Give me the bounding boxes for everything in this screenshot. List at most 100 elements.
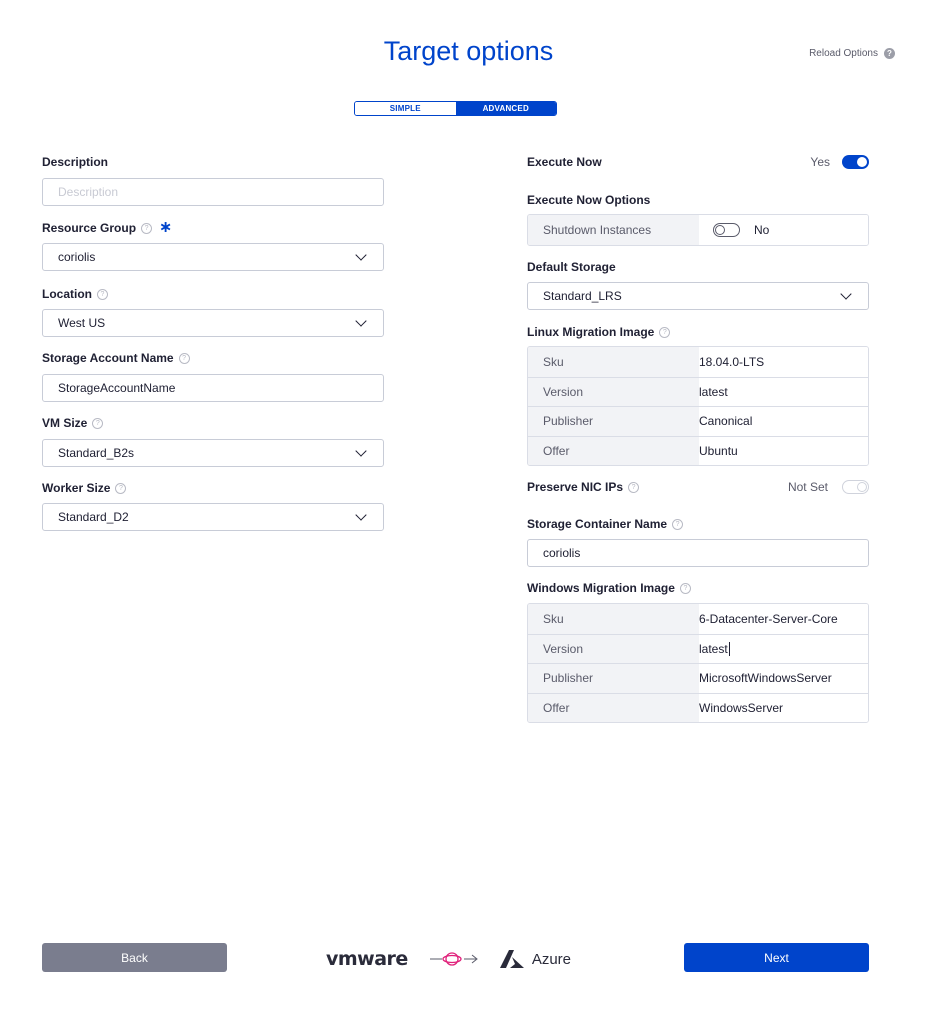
windows-image-table: Sku 6-Datacenter-Server-Core Version lat… — [527, 603, 869, 723]
worker-size-select[interactable]: Standard_D2 — [42, 503, 384, 531]
resource-group-value: coriolis — [58, 250, 96, 264]
location-label: Location ? — [42, 287, 384, 301]
description-label-text: Description — [42, 155, 109, 169]
reload-options-link[interactable]: Reload Options ? — [809, 48, 895, 59]
help-icon[interactable]: ? — [679, 582, 691, 594]
mode-switcher: SIMPLE ADVANCED — [354, 101, 557, 116]
table-row: Offer WindowsServer — [528, 692, 868, 722]
storage-container-label-text: Storage Container Name — [527, 517, 668, 531]
chevron-down-icon — [840, 287, 852, 300]
resource-group-select[interactable]: coriolis — [42, 243, 384, 271]
back-button[interactable]: Back — [42, 943, 227, 972]
migration-path: vmware Azure — [326, 946, 606, 972]
windows-image-label: Windows Migration Image ? — [527, 581, 869, 595]
linux-publisher-key: Publisher — [528, 407, 699, 436]
advanced-tab[interactable]: ADVANCED — [455, 102, 556, 115]
windows-version-value[interactable]: latest — [699, 634, 868, 663]
preserve-nic-control: Not Set — [788, 480, 869, 494]
azure-logo: Azure — [499, 950, 572, 968]
execute-now-row: Execute Now Yes — [527, 155, 869, 169]
windows-sku-value[interactable]: 6-Datacenter-Server-Core — [699, 604, 868, 634]
vmware-logo: vmware — [326, 948, 408, 970]
table-row: Version latest — [528, 633, 868, 663]
default-storage-label: Default Storage — [527, 260, 869, 274]
windows-publisher-value[interactable]: MicrosoftWindowsServer — [699, 664, 868, 693]
storage-container-label: Storage Container Name ? — [527, 517, 869, 531]
execute-now-value: Yes — [810, 155, 830, 169]
help-icon[interactable]: ? — [672, 518, 684, 530]
help-icon[interactable]: ? — [92, 417, 104, 429]
simple-tab[interactable]: SIMPLE — [355, 102, 456, 115]
windows-sku-key: Sku — [528, 604, 699, 634]
chevron-down-icon — [355, 248, 367, 261]
vm-size-label: VM Size ? — [42, 416, 384, 430]
preserve-nic-value: Not Set — [787, 480, 828, 494]
storage-account-label: Storage Account Name ? — [42, 351, 384, 365]
linux-sku-value[interactable]: 18.04.0-LTS — [699, 347, 868, 377]
shutdown-instances-key: Shutdown Instances — [528, 215, 699, 245]
worker-size-value: Standard_D2 — [58, 510, 129, 524]
text-cursor — [728, 641, 730, 656]
linux-offer-key: Offer — [528, 436, 699, 465]
page-title: Target options — [383, 36, 554, 66]
windows-offer-value[interactable]: WindowsServer — [699, 693, 868, 722]
linux-version-key: Version — [528, 377, 699, 406]
linux-image-label-text: Linux Migration Image — [527, 325, 655, 339]
storage-account-input[interactable]: StorageAccountName — [42, 374, 384, 402]
help-icon[interactable]: ? — [115, 482, 127, 494]
execute-now-label: Execute Now — [527, 155, 602, 169]
windows-version-key: Version — [528, 634, 699, 663]
table-row: Publisher Canonical — [528, 406, 868, 436]
description-label: Description — [42, 155, 384, 169]
help-icon[interactable]: ? — [141, 222, 153, 234]
help-icon[interactable]: ? — [97, 288, 108, 300]
azure-label: Azure — [531, 950, 572, 968]
shutdown-instances-value-label: No — [754, 223, 770, 237]
help-icon[interactable]: ? — [659, 326, 671, 338]
chevron-down-icon — [355, 314, 367, 327]
linux-image-table: Sku 18.04.0-LTS Version latest Publisher… — [527, 346, 869, 466]
execute-now-toggle[interactable] — [842, 155, 869, 169]
description-input[interactable]: Description — [42, 178, 384, 206]
azure-icon — [499, 950, 524, 968]
table-row: Sku 6-Datacenter-Server-Core — [528, 604, 868, 634]
preserve-nic-label-text: Preserve NIC IPs — [527, 480, 624, 494]
table-row: Offer Ubuntu — [528, 435, 868, 465]
worker-size-label-text: Worker Size — [42, 481, 111, 495]
windows-version-text: latest — [699, 641, 728, 656]
vm-size-label-text: VM Size — [42, 416, 88, 430]
location-select[interactable]: West US — [42, 309, 384, 337]
execute-now-control: Yes — [810, 155, 869, 169]
reload-options-label: Reload Options — [809, 48, 878, 59]
linux-publisher-value[interactable]: Canonical — [699, 407, 868, 436]
location-label-text: Location — [42, 287, 92, 301]
next-button[interactable]: Next — [684, 943, 869, 972]
help-circle-icon[interactable]: ? — [884, 48, 895, 59]
preserve-nic-row: Preserve NIC IPs ? Not Set — [527, 480, 869, 494]
execute-now-options-table: Shutdown Instances No — [527, 214, 869, 246]
help-icon[interactable]: ? — [628, 481, 640, 493]
windows-offer-key: Offer — [528, 693, 699, 722]
linux-sku-key: Sku — [528, 347, 699, 377]
storage-container-input[interactable]: coriolis — [527, 539, 869, 567]
table-row: Sku 18.04.0-LTS — [528, 347, 868, 377]
default-storage-value: Standard_LRS — [543, 289, 622, 303]
help-icon[interactable]: ? — [178, 352, 190, 364]
default-storage-select[interactable]: Standard_LRS — [527, 282, 869, 310]
linux-version-value[interactable]: latest — [699, 377, 868, 406]
chevron-down-icon — [355, 508, 367, 521]
resource-group-label-text: Resource Group — [42, 221, 137, 235]
vm-size-select[interactable]: Standard_B2s — [42, 439, 384, 467]
resource-group-label: Resource Group ? ∗ — [42, 220, 384, 236]
migration-arrow-icon — [429, 949, 486, 969]
execute-now-options-label-text: Execute Now Options — [527, 193, 651, 207]
linux-offer-value[interactable]: Ubuntu — [699, 436, 868, 465]
table-row: Version latest — [528, 376, 868, 406]
default-storage-label-text: Default Storage — [527, 260, 616, 274]
worker-size-label: Worker Size ? — [42, 481, 384, 495]
linux-image-label: Linux Migration Image ? — [527, 325, 869, 339]
preserve-nic-toggle[interactable] — [842, 480, 869, 494]
vm-size-value: Standard_B2s — [58, 446, 135, 460]
execute-now-options-label: Execute Now Options — [527, 193, 869, 207]
shutdown-instances-toggle[interactable] — [713, 223, 740, 237]
